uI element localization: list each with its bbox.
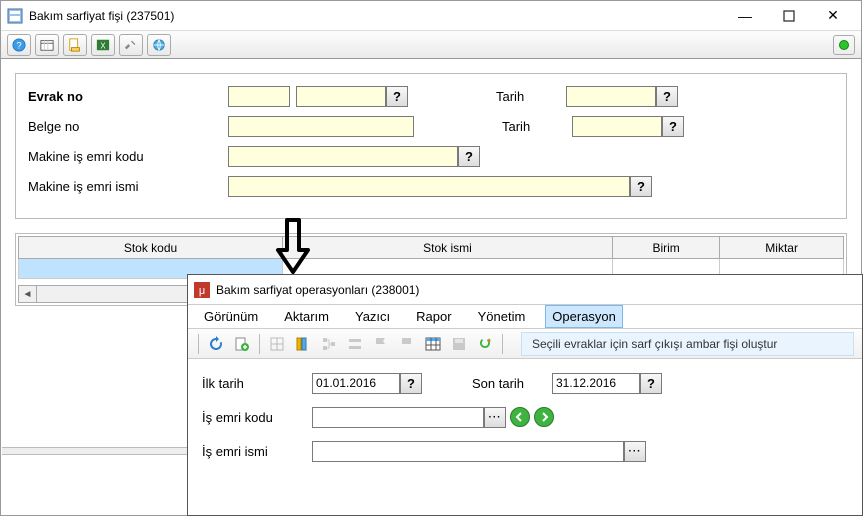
ilk-tarih-label: İlk tarih [202,376,312,391]
form-area: Evrak no ? Tarih ? Belge no Tarih ? Maki… [1,59,861,223]
tools-icon[interactable] [119,34,143,56]
document-icon[interactable] [63,34,87,56]
expand-icon[interactable] [344,333,366,355]
main-toolbar: ? X [1,31,861,59]
globe-icon[interactable] [147,34,171,56]
operations-toolbar: Seçili evraklar için sarf çıkışı ambar f… [188,329,862,359]
tarih-2-label: Tarih [502,119,572,134]
evrak-no-field-2[interactable] [296,86,386,107]
help-icon[interactable]: ? [7,34,31,56]
menu-gorunum[interactable]: Görünüm [198,306,264,327]
scroll-left-icon[interactable]: ◄ [19,286,37,302]
son-tarih-label: Son tarih [472,376,552,391]
calendar-icon[interactable] [35,34,59,56]
evrak-no-label: Evrak no [28,89,228,104]
add-icon[interactable] [231,333,253,355]
svg-text:?: ? [16,40,21,51]
tarih-1-label: Tarih [496,89,566,104]
columns-icon[interactable] [292,333,314,355]
is-emri-ismi-label: İş emri ismi [202,444,312,459]
evrak-no-lookup-button[interactable]: ? [386,86,408,107]
belge-no-field[interactable] [228,116,414,137]
window-controls: — ✕ [723,2,855,30]
tarih-2-field[interactable] [572,116,662,137]
close-button[interactable]: ✕ [811,2,855,30]
table-icon[interactable] [422,333,444,355]
is-emri-kodu-browse-button[interactable]: ··· [484,407,506,428]
mu-icon: μ [194,282,210,298]
maximize-button[interactable] [767,2,811,30]
grid-icon[interactable] [266,333,288,355]
operations-window: μ Bakım sarfiyat operasyonları (238001) … [187,274,863,516]
ilk-tarih-field[interactable] [312,373,400,394]
makine-kodu-label: Makine iş emri kodu [28,149,228,164]
status-indicator [833,35,855,55]
is-emri-ismi-browse-button[interactable]: ··· [624,441,646,462]
flag-icon[interactable] [370,333,392,355]
operations-window-title: Bakım sarfiyat operasyonları (238001) [216,283,856,297]
makine-kodu-lookup-button[interactable]: ? [458,146,480,167]
titlebar: Bakım sarfiyat fişi (237501) — ✕ [1,1,861,31]
excel-icon[interactable]: X [91,34,115,56]
belge-no-label: Belge no [28,119,228,134]
tarih-1-lookup-button[interactable]: ? [656,86,678,107]
svg-text:X: X [100,41,106,50]
makine-ismi-field[interactable] [228,176,630,197]
menu-rapor[interactable]: Rapor [410,306,457,327]
is-emri-ismi-field[interactable] [312,441,624,462]
menu-aktarim[interactable]: Aktarım [278,306,335,327]
svg-text:μ: μ [199,285,205,297]
window-title: Bakım sarfiyat fişi (237501) [29,9,723,23]
son-tarih-field[interactable] [552,373,640,394]
makine-kodu-field[interactable] [228,146,458,167]
app-icon [7,8,23,24]
tarih-1-field[interactable] [566,86,656,107]
menu-operasyon[interactable]: Operasyon [545,305,623,328]
operations-form: İlk tarih ? Son tarih ? İş emri kodu ···… [188,359,862,485]
next-button[interactable] [534,407,554,427]
col-stok-kodu[interactable]: Stok kodu [19,237,283,259]
prev-button[interactable] [510,407,530,427]
col-miktar[interactable]: Miktar [720,237,844,259]
form-panel: Evrak no ? Tarih ? Belge no Tarih ? Maki… [15,73,847,219]
son-tarih-lookup-button[interactable]: ? [640,373,662,394]
save-icon[interactable] [448,333,470,355]
menu-yonetim[interactable]: Yönetim [472,306,532,327]
makine-ismi-lookup-button[interactable]: ? [630,176,652,197]
makine-ismi-label: Makine iş emri ismi [28,179,228,194]
grid-table[interactable]: Stok kodu Stok ismi Birim Miktar [18,236,844,279]
rotate-icon[interactable] [474,333,496,355]
menubar: Görünüm Aktarım Yazıcı Rapor Yönetim Ope… [188,305,862,329]
operation-hint: Seçili evraklar için sarf çıkışı ambar f… [521,332,854,356]
tree-icon[interactable] [318,333,340,355]
minimize-button[interactable]: — [723,2,767,30]
operations-titlebar: μ Bakım sarfiyat operasyonları (238001) [188,275,862,305]
col-stok-ismi[interactable]: Stok ismi [283,237,613,259]
evrak-no-field-1[interactable] [228,86,290,107]
ilk-tarih-lookup-button[interactable]: ? [400,373,422,394]
is-emri-kodu-field[interactable] [312,407,484,428]
flag-solid-icon[interactable] [396,333,418,355]
col-birim[interactable]: Birim [613,237,720,259]
refresh-icon[interactable] [205,333,227,355]
tarih-2-lookup-button[interactable]: ? [662,116,684,137]
menu-yazici[interactable]: Yazıcı [349,306,396,327]
is-emri-kodu-label: İş emri kodu [202,410,312,425]
